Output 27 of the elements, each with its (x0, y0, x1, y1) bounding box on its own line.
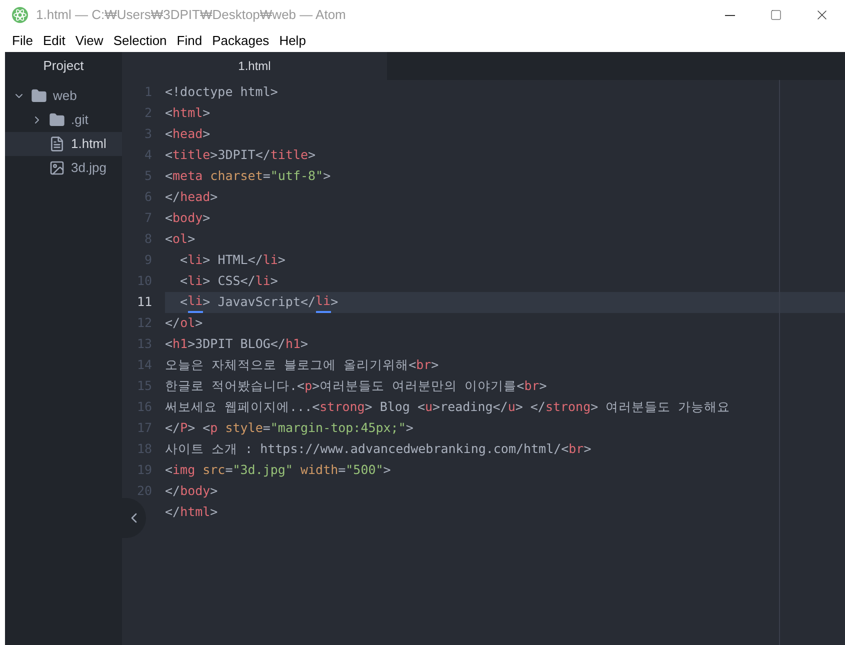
collapse-panel-handle[interactable] (122, 498, 146, 538)
panel-title: Project (43, 57, 84, 76)
menu-item[interactable]: File (7, 31, 38, 51)
menu-item[interactable]: Edit (38, 31, 70, 51)
tree-item[interactable]: 1.html (5, 132, 122, 156)
image-file-icon (49, 160, 65, 176)
minimize-icon (725, 14, 735, 16)
line-number: 11 (136, 293, 152, 312)
menu-item[interactable]: Help (274, 31, 311, 51)
file-icon (49, 136, 65, 152)
tree-item[interactable]: 3d.jpg (5, 156, 122, 180)
editor-tab[interactable]: 1.html (122, 52, 387, 80)
tree-item-label: .git (71, 111, 88, 130)
atom-logo-icon (12, 7, 28, 23)
folder-icon (31, 88, 47, 104)
tree-item-label: 1.html (71, 135, 106, 154)
menu-item[interactable]: View (70, 31, 108, 51)
tree-item[interactable]: web (5, 84, 122, 108)
tree-item[interactable]: .git (5, 108, 122, 132)
menu-item[interactable]: Packages (207, 31, 274, 51)
tree-item-label: web (53, 87, 77, 106)
menu-item[interactable]: Find (172, 31, 208, 51)
folder-icon (49, 112, 65, 128)
window-title: 1.html — C:₩Users₩3DPIT₩Desktop₩web — Atom (36, 6, 346, 24)
tree-item-label: 3d.jpg (71, 159, 106, 178)
menu-item[interactable]: Selection (108, 31, 172, 51)
maximize-icon (770, 9, 782, 21)
